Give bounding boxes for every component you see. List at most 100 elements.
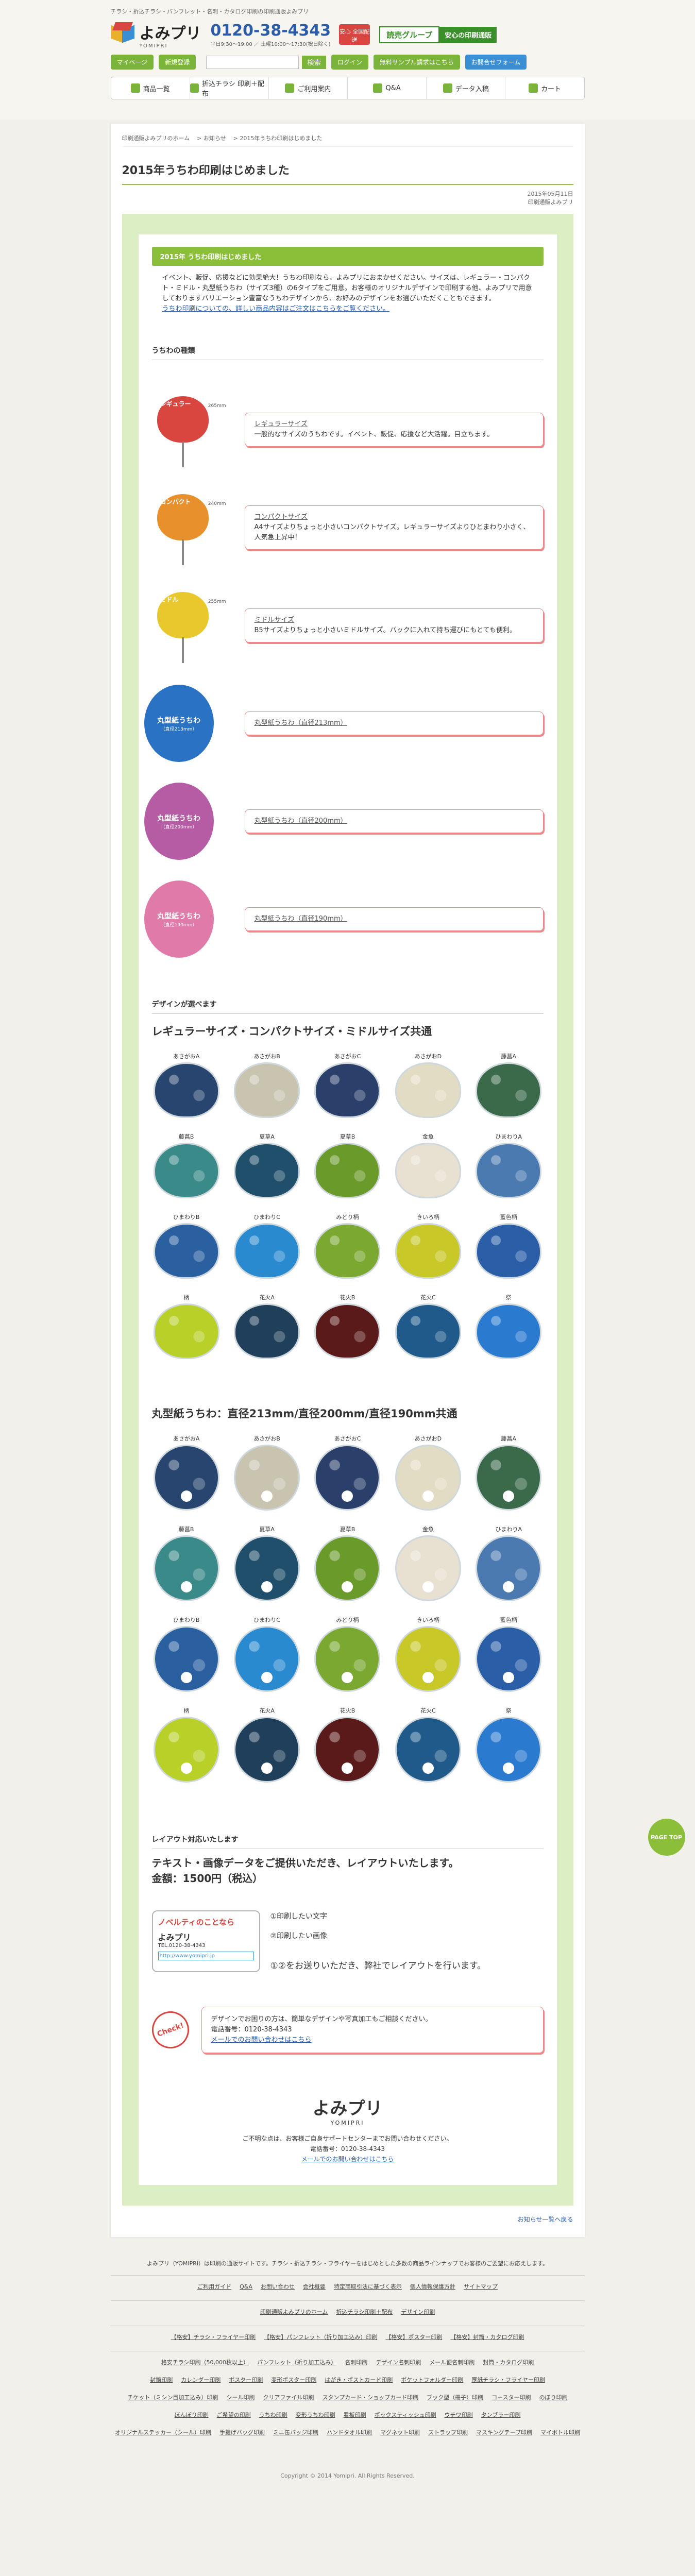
footer-link[interactable]: 折込チラシ印刷＋配布 (336, 2309, 393, 2315)
footer-link[interactable]: 【格安】チラシ・フライヤー印刷 (171, 2334, 256, 2341)
footer-link[interactable]: のぼり印刷 (539, 2394, 568, 2401)
sample-request-button[interactable]: 無料サンプル請求はこちら (373, 55, 460, 70)
design-thumbnail (153, 1062, 219, 1118)
footer-link[interactable]: 封筒・カタログ印刷 (483, 2359, 534, 2366)
type-name-link[interactable]: 丸型紙うちわ（直径213mm） (255, 718, 534, 728)
login-button[interactable]: ログイン (331, 55, 368, 70)
breadcrumb-news[interactable]: お知らせ (204, 135, 226, 142)
layout-heading: レイアウト対応いたします (151, 1834, 544, 1849)
design-thumbnail (395, 1535, 461, 1601)
footer-link[interactable]: 特定商取引法に基づく表示 (334, 2283, 402, 2290)
footer-link[interactable]: ポスター印刷 (229, 2377, 263, 2383)
type-row: 丸型紙うちわ （直径190mm） 丸型紙うちわ（直径190mm） (144, 870, 544, 968)
footer-link[interactable]: お問い合わせ (261, 2283, 295, 2290)
footer-link[interactable]: メール便名刺印刷 (429, 2359, 474, 2366)
footer-link[interactable]: 【格安】封筒・カタログ印刷 (450, 2334, 524, 2341)
type-name-link[interactable]: レギュラーサイズ (255, 419, 534, 430)
footer-link[interactable]: 【格安】ポスター印刷 (385, 2334, 442, 2341)
page-top-button[interactable]: PAGE TOP (648, 1819, 685, 1856)
footer-link[interactable]: スタンプカード・ショップカード印刷 (322, 2394, 418, 2401)
footer-link[interactable]: ご利用ガイド (197, 2283, 231, 2290)
site-logo[interactable]: よみプリ YOMIPRI (110, 21, 201, 49)
search-button[interactable]: 検索 (302, 55, 326, 69)
design-label: きいろ柄 (416, 1617, 439, 1623)
footer-link[interactable]: 厚紙チラシ・フライヤー印刷 (471, 2377, 545, 2383)
design-thumbnail (314, 1626, 381, 1692)
contact-mail-link[interactable]: メールでのお問い合わせはこちら (152, 2154, 544, 2164)
footer-link[interactable]: ミニ缶バッジ印刷 (273, 2429, 318, 2436)
footer-link[interactable]: はがき・ポストカード印刷 (325, 2377, 393, 2383)
type-name-link[interactable]: 丸型紙うちわ（直径200mm） (255, 816, 534, 826)
footer-link[interactable]: 印刷通販よみプリのホーム (260, 2309, 328, 2315)
footer-link[interactable]: タンブラー印刷 (481, 2412, 521, 2418)
footer-link[interactable]: ストラップ印刷 (428, 2429, 468, 2436)
nav-item-qa[interactable]: Q&A (348, 77, 427, 99)
footer-link[interactable]: ご希望の印刷 (217, 2412, 251, 2418)
footer-link[interactable]: デザイン印刷 (401, 2309, 435, 2315)
footer-link[interactable]: ボックスティッシュ印刷 (375, 2412, 436, 2418)
footer-link[interactable]: マグネット印刷 (380, 2429, 420, 2436)
footer-link[interactable]: マイボトル印刷 (540, 2429, 580, 2436)
footer-link[interactable]: デザイン名刺印刷 (376, 2359, 421, 2366)
footer-link[interactable]: サイトマップ (464, 2283, 498, 2290)
global-nav: 商品一覧 折込チラシ 印刷＋配布 ご利用案内 Q&A データ入稿 カート (110, 77, 585, 99)
footer-link[interactable]: 手提げバッグ印刷 (219, 2429, 265, 2436)
footer-link[interactable]: ポケットフォルダー印刷 (401, 2377, 463, 2383)
detail-link[interactable]: うちわ印刷についての、詳しい商品内容はご注文はこちらをご覧ください。 (162, 304, 533, 314)
search-input[interactable] (206, 55, 299, 69)
design-label: ひまわりA (495, 1133, 522, 1140)
back-to-news-link[interactable]: お知らせ一覧へ戻る (122, 2215, 573, 2224)
footer-link[interactable]: 個人情報保護方針 (410, 2283, 455, 2290)
design-label: 金魚 (422, 1133, 434, 1140)
footer-link[interactable]: 変形ポスター印刷 (271, 2377, 316, 2383)
footer-link[interactable]: 【格安】パンフレット（折り加工込み）印刷 (264, 2334, 377, 2341)
footer-link[interactable]: 看板印刷 (344, 2412, 366, 2418)
type-name-link[interactable]: コンパクトサイズ (255, 512, 534, 522)
footer-link[interactable]: チケット（ミシン目加工込み）印刷 (127, 2394, 218, 2401)
design-item: 夏草B (313, 1132, 382, 1198)
flyer-icon (190, 83, 199, 93)
designs-heading: デザインが選べます (151, 999, 544, 1014)
footer-link[interactable]: クリアファイル印刷 (263, 2394, 314, 2401)
help-mail-link[interactable]: メールでのお問い合わせはこちら (211, 2035, 534, 2045)
type-name-link[interactable]: ミドルサイズ (255, 615, 534, 625)
nav-item-products[interactable]: 商品一覧 (111, 77, 190, 99)
mypage-button[interactable]: マイページ (110, 55, 154, 70)
contact-form-button[interactable]: お問合せフォーム (465, 55, 527, 70)
footer-link[interactable]: 封筒印刷 (150, 2377, 173, 2383)
nav-item-upload[interactable]: データ入稿 (427, 77, 506, 99)
design-item: 藤菖A (474, 1052, 543, 1118)
footer-link[interactable]: シール印刷 (226, 2394, 255, 2401)
footer-link[interactable]: オリジナルステッカー（シール）印刷 (115, 2429, 211, 2436)
footer-link[interactable]: コースター印刷 (491, 2394, 531, 2401)
designs-title-round: 丸型紙うちわ：直径213mm/直径200mm/直径190mm共通 (151, 1408, 457, 1420)
footer-link[interactable]: パンフレット（折り加工込み） (257, 2359, 336, 2366)
layout-section: レイアウト対応いたします テキスト・画像データをご提供いただき、レイアウトいたし… (151, 1834, 544, 1976)
footer-link[interactable]: 会社概要 (303, 2283, 326, 2290)
nav-item-flyer-delivery[interactable]: 折込チラシ 印刷＋配布 (190, 77, 269, 99)
design-thumbnail (153, 1143, 219, 1198)
footer-link[interactable]: うちわ印刷 (259, 2412, 287, 2418)
footer-link[interactable]: ブック型（冊子）印刷 (427, 2394, 483, 2401)
layout-price: 金額：1500円（税込） (151, 1872, 263, 1885)
type-row: コンパクト 240mm コンパクトサイズ A4サイズよりちょっと小さいコンパクト… (152, 479, 544, 577)
design-item: 柄 (152, 1706, 221, 1783)
nav-item-guide[interactable]: ご利用案内 (269, 77, 348, 99)
search-form: 検索 (206, 55, 326, 69)
footer-link[interactable]: 格安チラシ印刷（50,000枚以上） (161, 2359, 249, 2366)
nav-item-cart[interactable]: カート (505, 77, 584, 99)
footer-link[interactable]: 変形うちわ印刷 (296, 2412, 335, 2418)
footer-link[interactable]: Q&A (240, 2283, 252, 2290)
footer-link[interactable]: 名刺印刷 (345, 2359, 367, 2366)
footer-link[interactable]: カレンダー印刷 (181, 2377, 221, 2383)
breadcrumb-home[interactable]: 印刷通販よみプリのホーム (122, 135, 190, 142)
footer-link[interactable]: ウチワ印刷 (445, 2412, 473, 2418)
footer-link[interactable]: ハンドタオル印刷 (327, 2429, 372, 2436)
type-desc: B5サイズよりちょっと小さいミドルサイズ。バックに入れて持ち運びにもとても便利。 (254, 626, 516, 634)
design-label: 花火C (420, 1707, 436, 1714)
footer-link[interactable]: マスキングテープ印刷 (476, 2429, 532, 2436)
design-label: 藤菖B (178, 1526, 194, 1533)
footer-link[interactable]: ぼんぼり印刷 (175, 2412, 209, 2418)
register-button[interactable]: 新規登録 (159, 55, 196, 70)
type-name-link[interactable]: 丸型紙うちわ（直径190mm） (255, 914, 534, 924)
